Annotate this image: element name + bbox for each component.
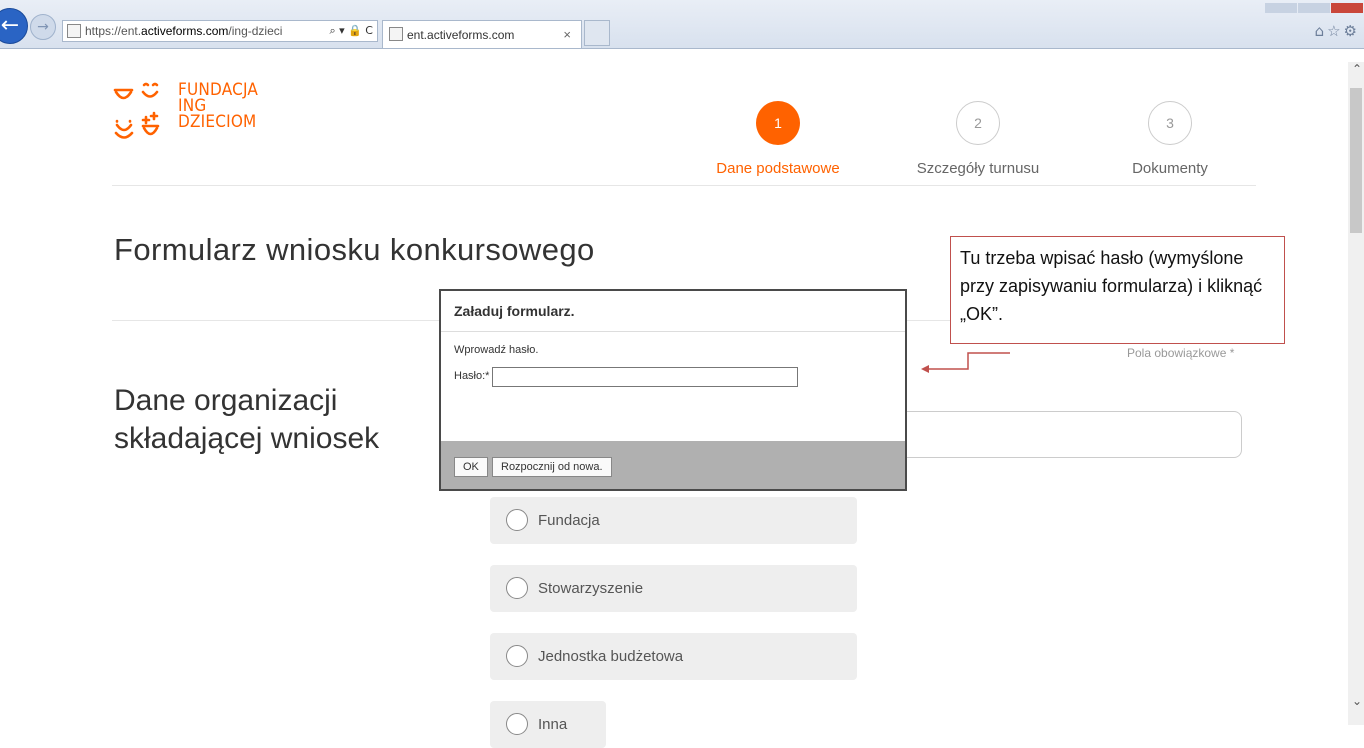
browser-toolbar: ← → https://ent.activeforms.com/ing-dzie… [0,0,1364,49]
password-input[interactable] [492,367,798,387]
radio-label: Fundacja [538,512,600,529]
home-favorites-settings-icons[interactable]: ⌂☆⚙ [1315,22,1360,40]
step-2[interactable]: 2 Szczegóły turnusu [900,101,1056,177]
logo-text-line: DZIECIOM [178,112,257,132]
step-number: 2 [956,101,1000,145]
scrollbar-thumb[interactable] [1350,88,1362,233]
organization-name-input[interactable] [872,411,1242,458]
url-prefix: https://ent. [85,24,142,38]
radio-circle-icon[interactable] [506,576,528,599]
tab-title: ent.activeforms.com [407,28,515,42]
ok-button[interactable]: OK [454,457,488,477]
logo-faces-icon [113,82,160,139]
header-divider [112,185,1256,186]
page-icon [67,24,81,38]
annotation-callout: Tu trzeba wpisać hasło (wymyślone przy z… [950,236,1285,344]
radio-option-fundacja[interactable]: Fundacja [490,497,857,544]
page-title: Formularz wniosku konkursowego [114,232,595,267]
dialog-prompt: Wprowadź hasło. [454,344,539,356]
logo: FUNDACJA ING DZIECIOM [112,80,312,146]
load-form-dialog: Załaduj formularz. Wprowadź hasło. Hasło… [439,289,907,491]
step-1[interactable]: 1 Dane podstawowe [700,101,856,177]
radio-option-jednostka-budzetowa[interactable]: Jednostka budżetowa [490,633,857,680]
logo-text: FUNDACJA ING DZIECIOM [178,82,258,132]
section-title: Dane organizacji składającej wniosek [114,384,380,455]
new-tab-button[interactable] [584,20,610,46]
browser-tab[interactable]: ent.activeforms.com × [382,20,582,48]
scroll-down-icon[interactable]: ⌄ [1352,694,1362,708]
tab-close-icon[interactable]: × [563,21,571,49]
dialog-body: Wprowadź hasło. Hasło:* [441,332,905,442]
password-label: Hasło:* [454,370,490,382]
scroll-up-icon[interactable]: ⌃ [1352,62,1362,76]
annotation-arrow-icon [921,352,1010,373]
step-label: Dokumenty [1132,160,1208,177]
restart-button[interactable]: Rozpocznij od nowa. [492,457,612,477]
step-label: Szczegóły turnusu [916,160,1040,177]
back-button[interactable]: ← [0,8,28,44]
step-label: Dane podstawowe [716,160,840,177]
radio-label: Stowarzyszenie [538,580,644,597]
forward-button[interactable]: → [30,14,56,40]
radio-circle-icon[interactable] [506,644,528,667]
url-path: /ing-dzieci [228,24,283,38]
dialog-footer: OK Rozpocznij od nowa. [441,441,905,489]
radio-circle-icon[interactable] [506,712,528,735]
step-number: 1 [756,101,800,145]
step-number: 3 [1148,101,1192,145]
radio-option-stowarzyszenie[interactable]: Stowarzyszenie [490,565,857,612]
dialog-title: Załaduj formularz. [441,291,905,332]
url-domain: activeforms.com [141,24,229,38]
required-fields-note: Pola obowiązkowe * [1127,346,1235,360]
address-bar[interactable]: https://ent.activeforms.com/ing-dzieci ⌕… [62,20,378,42]
step-3[interactable]: 3 Dokumenty [1092,101,1248,177]
radio-circle-icon[interactable] [506,508,528,531]
address-tools-icons[interactable]: ⌕ ▾ 🔒 C [329,21,373,41]
radio-label: Jednostka budżetowa [538,648,684,665]
window-controls[interactable] [1264,0,1364,13]
tab-page-icon [389,27,403,41]
